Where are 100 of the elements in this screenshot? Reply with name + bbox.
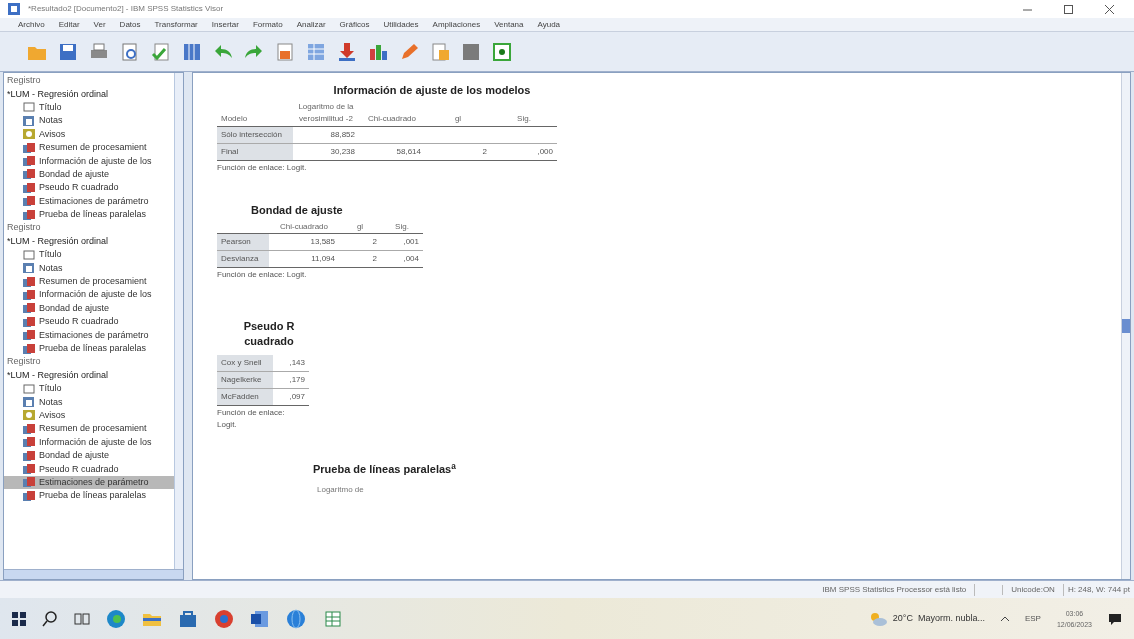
scrollbar-thumb[interactable] — [1122, 319, 1130, 333]
close-icon[interactable] — [1105, 4, 1114, 14]
table-icon — [22, 448, 36, 463]
outline-item[interactable]: Notas — [4, 261, 174, 275]
table-title: Pseudo R cuadrado — [242, 319, 296, 349]
spreadsheet-icon[interactable] — [322, 608, 342, 629]
outline-item[interactable]: Pseudo R cuadrado — [4, 315, 174, 329]
menu-item[interactable]: Formato — [252, 18, 283, 31]
outline-item[interactable]: Resumen de procesamient — [4, 274, 174, 289]
vertical-scrollbar[interactable] — [174, 73, 183, 569]
outline-item[interactable]: Pseudo R cuadrado — [4, 181, 174, 195]
menu-item[interactable]: Ayuda — [537, 18, 561, 31]
language-indicator[interactable]: ESP — [1024, 612, 1041, 625]
outline-item[interactable]: Bondad de ajuste — [4, 301, 174, 316]
menu-item[interactable]: Gráficos — [339, 18, 370, 31]
outline-item[interactable]: Información de ajuste de los — [4, 435, 174, 449]
menu-item[interactable]: Insertar — [211, 18, 239, 31]
outline-item[interactable]: *LUM - Regresión ordinal — [4, 368, 174, 382]
table-icon — [22, 421, 36, 436]
status-message: IBM SPSS Statistics Processor está listo — [814, 583, 976, 596]
dot-square-icon[interactable] — [491, 40, 513, 63]
caret-up-icon[interactable] — [1000, 616, 1009, 621]
title-icon — [22, 381, 36, 396]
outline-item[interactable]: Bondad de ajuste — [4, 448, 174, 463]
outline-item[interactable]: Información de ajuste de los — [4, 154, 174, 168]
outline-item[interactable]: Resumen de procesamient — [4, 140, 174, 155]
table-cell: 11,094 — [269, 250, 339, 268]
menu-item[interactable]: Ampliaciones — [432, 18, 481, 31]
outline-item[interactable]: Registro — [4, 74, 174, 88]
table-icon — [22, 475, 36, 490]
outline-item[interactable]: Bondad de ajuste — [4, 167, 174, 182]
weather-text[interactable]: 20°C Mayorm. nubla... — [892, 611, 985, 626]
outline-item[interactable]: Prueba de líneas paralelas — [4, 489, 174, 503]
column-header: gl — [339, 221, 381, 234]
menu-item[interactable]: Ver — [93, 18, 106, 31]
table-cell: ,004 — [381, 250, 423, 268]
outline-item[interactable]: Prueba de líneas paralelas — [4, 341, 174, 356]
outline-item[interactable]: Notas — [4, 395, 174, 409]
chart-document-icon[interactable] — [274, 40, 296, 63]
maximize-icon[interactable] — [1064, 4, 1073, 14]
shopping-bag-icon[interactable] — [178, 608, 198, 629]
table-icon — [22, 462, 36, 477]
table-icon — [22, 154, 36, 169]
table-title: Bondad de ajuste — [251, 202, 343, 218]
notes-icon — [22, 395, 36, 410]
outline-item[interactable]: Avisos — [4, 408, 174, 423]
search-icon[interactable] — [42, 610, 58, 627]
outline-item[interactable]: Avisos — [4, 127, 174, 141]
table-icon — [22, 194, 36, 209]
table-footnote: Función de enlace: Logit. — [217, 269, 307, 281]
menu-item[interactable]: Transformar — [154, 18, 198, 31]
down-arrow-icon[interactable] — [336, 40, 358, 63]
circle-logo-icon[interactable] — [214, 608, 234, 629]
notes-icon — [22, 113, 36, 128]
column-header: Modelo — [217, 100, 293, 126]
document-icon[interactable] — [429, 40, 451, 63]
horizontal-scrollbar[interactable] — [4, 569, 183, 579]
windows-start-icon[interactable] — [12, 611, 26, 626]
menu-item[interactable]: Analizar — [296, 18, 326, 31]
table-cell: 30,238 — [293, 143, 359, 160]
outline-item[interactable]: *LUM - Regresión ordinal — [4, 234, 174, 249]
encoding-status: Unicode:ON — [1003, 583, 1064, 596]
table-footnote: Función de enlace: Logit. — [217, 161, 307, 174]
outline-item[interactable]: Registro — [4, 221, 174, 235]
outline-item[interactable]: Registro — [4, 355, 174, 369]
outline-item[interactable]: Título — [4, 248, 174, 262]
outline-item[interactable]: Resumen de procesamient — [4, 422, 174, 436]
table-title: Prueba de líneas paralelas$^{a}$ — [313, 461, 456, 477]
vertical-scrollbar[interactable] — [1121, 73, 1130, 579]
table-icon — [22, 435, 36, 450]
outline-item[interactable]: Estimaciones de parámetro — [4, 194, 174, 208]
table-icon — [22, 328, 36, 343]
outline-item[interactable]: *LUM - Regresión ordinal — [4, 87, 174, 101]
table-cell: ,179 — [273, 371, 309, 389]
table-footnote: Función de enlace: Logit. — [217, 407, 286, 431]
outline-item[interactable]: Información de ajuste de los — [4, 288, 174, 302]
outline-item[interactable]: Estimaciones de parámetro — [4, 328, 174, 342]
browser-icon[interactable] — [106, 608, 126, 629]
notification-icon[interactable] — [1108, 611, 1122, 626]
outline-item[interactable]: Título — [4, 100, 174, 115]
table-cell: 2 — [425, 143, 491, 160]
check-document-icon[interactable] — [150, 40, 172, 63]
outline-item[interactable]: Estimaciones de parámetro — [4, 475, 174, 490]
task-view-icon[interactable] — [74, 611, 90, 626]
menu-item[interactable]: Utilidades — [383, 18, 419, 31]
outline-item[interactable]: Pseudo R cuadrado — [4, 462, 174, 476]
outline-item[interactable]: Título — [4, 382, 174, 396]
globe-icon[interactable] — [286, 608, 306, 629]
menu-item[interactable]: Editar — [58, 18, 80, 31]
word-document-icon[interactable] — [250, 608, 270, 629]
table-cell: 58,614 — [359, 143, 425, 160]
menu-item[interactable]: Archivo — [18, 18, 45, 31]
table-icon — [22, 488, 36, 503]
app-icon — [8, 3, 20, 15]
outline-item[interactable]: Notas — [4, 114, 174, 128]
menu-item[interactable]: Datos — [119, 18, 141, 31]
menu-item[interactable]: Ventana — [494, 18, 524, 31]
warning-icon — [22, 408, 36, 423]
outline-item[interactable]: Prueba de líneas paralelas — [4, 207, 174, 222]
title-icon — [22, 247, 36, 262]
